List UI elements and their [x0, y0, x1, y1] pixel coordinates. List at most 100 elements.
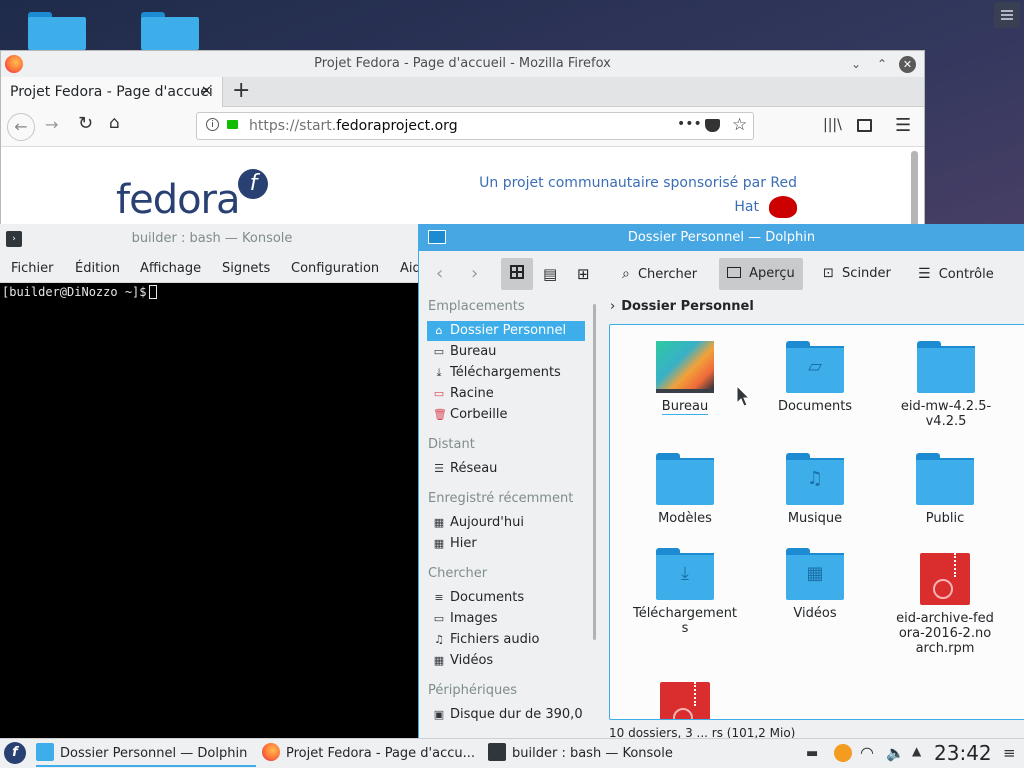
back-icon[interactable]: ‹: [436, 258, 443, 290]
file-item[interactable]: Modèles: [625, 453, 745, 526]
tab-label: Projet Fedora - Page d'accuei: [10, 84, 213, 100]
konsole-window: › builder : bash — Konsole Fichier Éditi…: [0, 224, 424, 738]
fedora-logo[interactable]: fedora f: [116, 169, 268, 223]
device-harddisk[interactable]: ▣ Disque dur de 390,0: [427, 705, 585, 725]
place-today[interactable]: ▦ Aujourd'hui: [427, 513, 585, 533]
file-item[interactable]: ▱ Documents: [755, 341, 875, 414]
place-network[interactable]: ☰ Réseau: [427, 459, 585, 479]
lock-icon: [227, 120, 238, 129]
expand-tray-icon[interactable]: ▲: [912, 744, 921, 758]
clock[interactable]: 23:42: [934, 741, 992, 765]
documents-folder-icon: ▱: [786, 341, 844, 393]
search-videos[interactable]: ▦ Vidéos: [427, 651, 585, 671]
firefox-titlebar: Projet Fedora - Page d'accueil - Mozilla…: [1, 51, 924, 77]
tab-bar: Projet Fedora - Page d'accuei ✕ +: [1, 77, 924, 107]
search-header: Chercher: [428, 566, 488, 581]
hamburger-menu-icon[interactable]: ☰: [895, 115, 911, 136]
close-icon[interactable]: ✕: [899, 56, 916, 73]
menu-signets[interactable]: Signets: [222, 261, 270, 276]
url-bar[interactable]: i https://start.fedoraproject.org ••• ☆: [196, 112, 754, 140]
app-launcher-icon[interactable]: f: [4, 742, 26, 764]
maximize-icon[interactable]: ⌃: [877, 51, 887, 77]
icons-view-button[interactable]: [501, 258, 533, 290]
place-trash[interactable]: 🗑 Corbeille: [427, 405, 585, 425]
terminal-output[interactable]: [builder@DiNozzo ~]$: [2, 285, 157, 299]
file-item[interactable]: ♫ Musique: [755, 453, 875, 526]
firefox-window: Projet Fedora - Page d'accueil - Mozilla…: [0, 50, 925, 240]
dolphin-folder-icon: [428, 230, 446, 244]
videos-folder-icon: ▦: [786, 548, 844, 600]
wallpaper-thumbnail-icon: [656, 341, 714, 393]
file-item[interactable]: ⤓ Téléchargements: [625, 548, 745, 636]
back-icon[interactable]: ←: [7, 113, 35, 141]
place-downloads[interactable]: ⤓ Téléchargements: [427, 363, 585, 383]
compact-view-icon[interactable]: ▤: [543, 258, 557, 290]
new-tab-icon[interactable]: +: [232, 78, 250, 104]
updates-icon[interactable]: [834, 744, 852, 762]
templates-folder-icon: [656, 453, 714, 505]
folder-icon: [917, 341, 975, 393]
trash-icon: 🗑: [433, 408, 447, 421]
devices-header: Périphériques: [428, 683, 518, 698]
menu-edition[interactable]: Édition: [75, 261, 120, 276]
tab-fedora[interactable]: Projet Fedora - Page d'accuei ✕: [1, 77, 223, 107]
info-icon[interactable]: i: [206, 118, 219, 131]
file-item[interactable]: Public: [885, 453, 1005, 526]
library-icon[interactable]: |||\: [823, 117, 842, 133]
place-root[interactable]: ▭ Racine: [427, 384, 585, 404]
minimize-icon[interactable]: ⌄: [851, 51, 861, 77]
menu-fichier[interactable]: Fichier: [11, 261, 54, 276]
file-view[interactable]: Bureau ▱ Documents eid-mw-4.2.5-v4.2.5 M…: [609, 324, 1024, 720]
public-folder-icon: [916, 453, 974, 505]
network-manager-icon[interactable]: ▬: [806, 746, 818, 761]
task-firefox[interactable]: Projet Fedora - Page d'accu...: [262, 743, 482, 767]
split-button[interactable]: ⊡ Scinder: [823, 258, 891, 290]
task-dolphin[interactable]: Dossier Personnel — Dolphin: [36, 743, 256, 767]
sponsor-tagline[interactable]: Un projet communautaire sponsorisé par R…: [471, 171, 797, 219]
konsole-menubar: Fichier Édition Affichage Signets Config…: [0, 254, 424, 283]
task-konsole[interactable]: builder : bash — Konsole: [488, 743, 688, 767]
tab-close-icon[interactable]: ✕: [201, 77, 212, 107]
desktop-folder-trash[interactable]: [28, 12, 86, 50]
harddisk-icon: ▣: [433, 708, 445, 721]
page-scrollbar[interactable]: [911, 151, 918, 231]
menu-affichage[interactable]: Affichage: [140, 261, 201, 276]
file-item[interactable]: ▦ Vidéos: [755, 548, 875, 621]
volume-icon[interactable]: 🔈: [886, 744, 905, 762]
forward-icon[interactable]: →: [45, 115, 58, 134]
desktop-folder-home[interactable]: [141, 12, 199, 50]
reload-icon[interactable]: ↻: [78, 113, 93, 134]
place-desktop[interactable]: ▭ Bureau: [427, 342, 585, 362]
search-images[interactable]: ▭ Images: [427, 609, 585, 629]
firefox-window-title: Projet Fedora - Page d'accueil - Mozilla…: [314, 56, 611, 71]
search-documents[interactable]: ≡ Documents: [427, 588, 585, 608]
desktop-toolbox-icon[interactable]: [994, 2, 1020, 28]
place-home[interactable]: ⌂ Dossier Personnel: [427, 321, 585, 341]
archive-rpm-icon: [920, 553, 970, 605]
menu-configuration[interactable]: Configuration: [291, 261, 379, 276]
bookmark-star-icon[interactable]: ☆: [732, 115, 747, 135]
file-item[interactable]: eid-mw-4.2.5-v4.2.5: [885, 341, 1007, 429]
forward-icon[interactable]: ›: [471, 258, 478, 290]
file-item-partial[interactable]: [625, 682, 745, 719]
konsole-icon: ›: [6, 231, 22, 247]
preview-button[interactable]: Aperçu: [719, 258, 803, 290]
home-icon[interactable]: ⌂: [109, 113, 120, 133]
control-button[interactable]: ☰ Contrôle: [918, 258, 994, 290]
panel-menu-icon[interactable]: ≡: [1003, 744, 1016, 762]
pocket-icon[interactable]: [705, 119, 720, 132]
details-view-icon[interactable]: ⊞: [577, 258, 590, 290]
search-audio[interactable]: ♫ Fichiers audio: [427, 630, 585, 650]
places-scrollbar[interactable]: [593, 304, 596, 640]
file-item[interactable]: eid-archive-fedora-2016-2.noarch.rpm: [885, 553, 1005, 656]
url-text[interactable]: https://start.fedoraproject.org: [249, 118, 458, 134]
file-item[interactable]: Bureau: [625, 341, 745, 415]
image-icon: ▭: [433, 612, 445, 625]
search-button[interactable]: ⌕ Chercher: [622, 258, 697, 290]
breadcrumb[interactable]: › Dossier Personnel: [610, 299, 754, 314]
network-icon: ☰: [434, 462, 444, 475]
sidebar-icon[interactable]: [857, 119, 872, 132]
place-yesterday[interactable]: ▦ Hier: [427, 534, 585, 554]
wifi-icon[interactable]: ◠: [860, 743, 874, 762]
page-actions-icon[interactable]: •••: [677, 116, 702, 132]
